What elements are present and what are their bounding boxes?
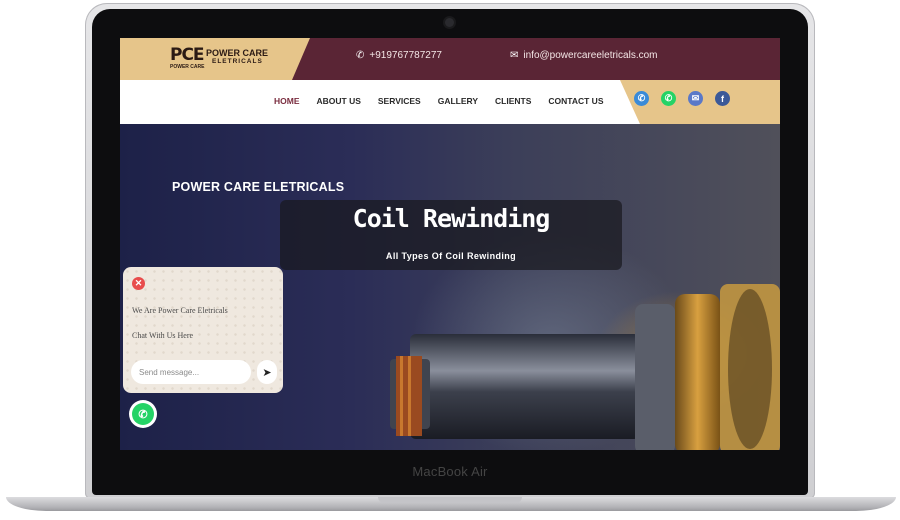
whatsapp-icon[interactable]: ✆ (661, 91, 676, 106)
nav-gallery[interactable]: GALLERY (438, 96, 478, 106)
chat-greeting: We Are Power Care Eletricals (132, 306, 228, 315)
phone-number: +919767787277 (369, 50, 442, 61)
nav-services[interactable]: SERVICES (378, 96, 421, 106)
nav-clients[interactable]: CLIENTS (495, 96, 531, 106)
email-contact[interactable]: ✉ info@powercareeletricals.com (510, 50, 657, 61)
phone-icon[interactable]: ✆ (634, 91, 649, 106)
nav-contact-us[interactable]: CONTACT US (548, 96, 603, 106)
logo-name: POWER CARE (206, 48, 269, 58)
logo-name-line2: ELETRICALS (212, 58, 263, 65)
social-links: ✆ ✆ ✉ f (634, 91, 730, 106)
phone-icon: ✆ (356, 50, 365, 61)
mail-icon[interactable]: ✉ (688, 91, 703, 106)
chat-message-input[interactable] (131, 360, 251, 384)
logo-panel[interactable]: PCE POWER CARE POWER CARE ELETRICALS (120, 38, 310, 80)
mail-icon: ✉ (510, 50, 519, 61)
chat-widget: ✕ We Are Power Care Eletricals Chat With… (123, 267, 283, 393)
logo-mark: PCE (170, 45, 205, 65)
laptop-notch (378, 497, 522, 503)
nav-home[interactable]: HOME (274, 96, 300, 106)
close-icon[interactable]: ✕ (132, 277, 145, 290)
coil-machine-image (390, 284, 780, 450)
hero-subtitle: All Types Of Coil Rewinding (385, 251, 517, 261)
main-nav: HOME ABOUT US SERVICES GALLERY CLIENTS C… (274, 96, 604, 106)
hero-kicker: POWER CARE ELETRICALS (172, 180, 345, 194)
phone-contact[interactable]: ✆ +919767787277 (356, 50, 442, 61)
website-screen: PCE POWER CARE POWER CARE ELETRICALS ✆ +… (120, 38, 780, 450)
whatsapp-icon: ✆ (132, 403, 154, 425)
nav-about-us[interactable]: ABOUT US (317, 96, 361, 106)
whatsapp-float-button[interactable]: ✆ (129, 400, 157, 428)
camera (445, 18, 454, 27)
send-icon[interactable]: ➤ (257, 360, 277, 384)
email-address: info@powercareeletricals.com (523, 50, 658, 61)
logo-mark-sub: POWER CARE (170, 64, 205, 70)
chat-prompt: Chat With Us Here (132, 331, 194, 340)
hero-title: Coil Rewinding (352, 204, 551, 233)
device-label: MacBook Air (412, 464, 488, 479)
facebook-icon[interactable]: f (715, 91, 730, 106)
